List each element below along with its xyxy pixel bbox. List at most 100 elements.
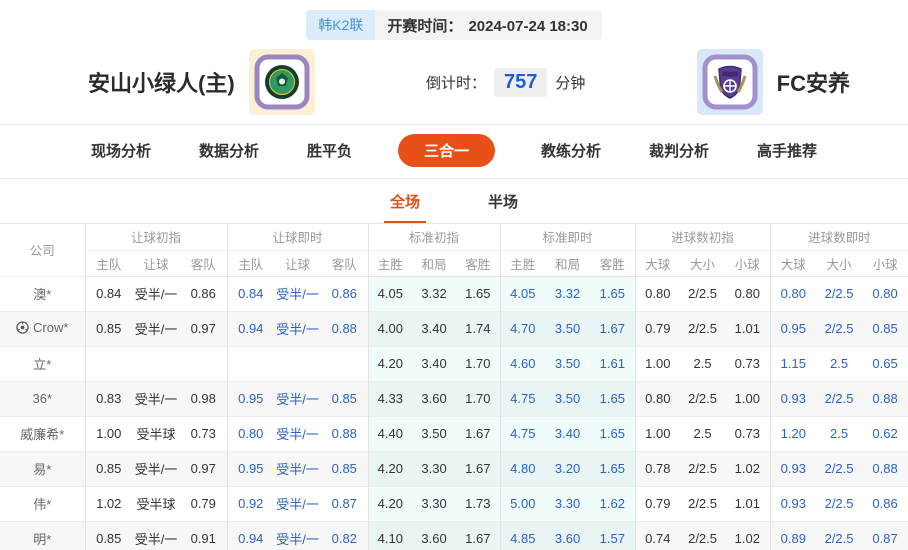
odds-cell-goal_live-1[interactable]: 0.93 [769,485,817,521]
odds-cell-goal_live-3[interactable]: 0.88 [862,450,908,486]
league-badge[interactable]: 韩K2联 [306,10,376,40]
sub-tab-1-active[interactable]: 全场 [383,191,426,223]
company-name[interactable]: 澳* [0,276,85,311]
odds-cell-hc_live-3[interactable]: 0.88 [321,310,369,346]
nav-tab-1[interactable]: 现场分析 [89,135,153,166]
company-name[interactable]: 立* [0,345,85,381]
odds-cell-std_init-3: 1.67 [456,520,501,550]
odds-cell-goal_live-1[interactable]: 0.93 [769,380,817,416]
odds-cell-goal_live-3[interactable]: 0.86 [862,485,908,521]
nav-tab-6[interactable]: 裁判分析 [647,135,711,166]
nav-tab-2[interactable]: 数据分析 [197,135,261,166]
odds-cell-hc_live-2[interactable]: 受半/一 [274,520,322,550]
odds-cell-std_live-2[interactable]: 3.20 [545,450,591,486]
odds-cell-std_live-3[interactable]: 1.65 [590,450,636,486]
company-name[interactable]: 易* [0,450,85,486]
odds-cell-goal_live-1[interactable]: 1.15 [769,345,817,381]
odds-cell-goal_live-3[interactable]: 0.80 [862,276,908,311]
odds-cell-hc_live-2[interactable]: 受半/一 [274,380,322,416]
odds-cell-goal_live-3[interactable]: 0.65 [862,345,908,381]
odds-cell-std_live-2[interactable]: 3.50 [545,310,591,346]
odds-cell-std_live-3[interactable]: 1.61 [590,345,636,381]
odds-cell-goal_live-2[interactable]: 2.5 [816,345,863,381]
odds-cell-std_live-1[interactable]: 4.85 [499,520,546,550]
odds-cell-hc_live-1[interactable]: 0.94 [226,310,275,346]
nav-tab-4-active[interactable]: 三合一 [397,134,495,167]
company-name[interactable]: 明* [0,520,85,550]
odds-cell-goal_live-1[interactable]: 0.89 [769,520,817,550]
odds-cell-hc_init-3: 0.79 [180,485,228,521]
odds-cell-hc_live-2[interactable]: 受半/一 [274,450,322,486]
odds-cell-goal_live-1[interactable]: 0.95 [769,310,817,346]
odds-cell-goal_live-3[interactable]: 0.85 [862,310,908,346]
odds-cell-hc_live-2[interactable]: 受半/一 [274,310,322,346]
odds-cell-hc_live-2[interactable]: 受半/一 [274,485,322,521]
odds-cell-hc_live-1[interactable]: 0.84 [226,276,275,311]
odds-cell-hc_live-3[interactable]: 0.88 [321,415,369,451]
odds-cell-std_live-2[interactable]: 3.60 [545,520,591,550]
odds-cell-goal_init-3: 1.01 [725,310,771,346]
company-name[interactable]: 威廉希* [0,415,85,451]
column-group-2: 让球即时 [226,224,369,251]
odds-cell-goal_live-2[interactable]: 2/2.5 [816,380,863,416]
odds-cell-hc_live-1[interactable]: 0.92 [226,485,275,521]
odds-cell-std_live-3[interactable]: 1.62 [590,485,636,521]
odds-cell-goal_live-2[interactable]: 2/2.5 [816,485,863,521]
odds-cell-hc_live-3[interactable]: 0.85 [321,380,369,416]
odds-cell-goal_live-1[interactable]: 0.80 [769,276,817,311]
odds-cell-hc_live-2[interactable]: 受半/一 [274,415,322,451]
odds-cell-hc_live-1 [226,345,275,381]
odds-cell-hc_live-1[interactable]: 0.80 [226,415,275,451]
column-header-company: 公司 [0,224,85,277]
odds-cell-std_live-1[interactable]: 4.70 [499,310,546,346]
column-header-3-3: 客胜 [456,250,501,277]
odds-cell-std_live-3[interactable]: 1.65 [590,415,636,451]
odds-cell-std_live-1[interactable]: 4.60 [499,345,546,381]
odds-cell-hc_live-3[interactable]: 0.87 [321,485,369,521]
odds-cell-std_live-1[interactable]: 4.75 [499,415,546,451]
company-name[interactable]: 伟* [0,485,85,521]
company-name[interactable]: Crow* [0,310,85,346]
nav-tab-3[interactable]: 胜平负 [305,135,354,166]
nav-tab-5[interactable]: 教练分析 [539,135,603,166]
odds-cell-std_live-1[interactable]: 4.05 [499,276,546,311]
odds-cell-hc_live-1[interactable]: 0.94 [226,520,275,550]
company-name[interactable]: 36* [0,380,85,416]
match-info-bar: 韩K2联 开赛时间： 2024-07-24 18:30 [0,10,908,40]
odds-cell-goal_live-3[interactable]: 0.62 [862,415,908,451]
odds-cell-hc_live-3[interactable]: 0.85 [321,450,369,486]
odds-cell-goal_live-3[interactable]: 0.87 [862,520,908,550]
sub-tab-2[interactable]: 半场 [482,191,524,223]
odds-cell-std_live-3[interactable]: 1.67 [590,310,636,346]
odds-cell-goal_live-1[interactable]: 0.93 [769,450,817,486]
odds-cell-hc_live-3[interactable]: 0.82 [321,520,369,550]
odds-cell-hc_live-3[interactable]: 0.86 [321,276,368,311]
odds-cell-std_live-2[interactable]: 3.30 [545,485,591,521]
odds-cell-goal_live-1[interactable]: 1.20 [769,415,817,451]
odds-cell-std_live-3[interactable]: 1.65 [590,276,636,311]
odds-cell-std_live-3[interactable]: 1.57 [590,520,636,550]
odds-cell-std_live-1[interactable]: 5.00 [499,485,546,521]
odds-row-8: 明* 0.85 受半/一 0.91 0.94 受半/一 0.82 4.10 3.60 1.67 4.… [0,520,908,550]
odds-cell-goal_live-2[interactable]: 2/2.5 [816,310,863,346]
odds-cell-std_live-3[interactable]: 1.65 [590,380,636,416]
odds-cell-hc_live-1[interactable]: 0.95 [226,450,275,486]
odds-cell-goal_init-2: 2/2.5 [680,450,726,486]
nav-tab-7[interactable]: 高手推荐 [755,135,819,166]
odds-cell-std_live-2[interactable]: 3.50 [545,380,591,416]
odds-cell-goal_live-2[interactable]: 2.5 [816,415,863,451]
odds-cell-goal_live-2[interactable]: 2/2.5 [816,276,862,311]
odds-cell-hc_live-1[interactable]: 0.95 [226,380,275,416]
odds-cell-std_live-2[interactable]: 3.50 [545,345,591,381]
odds-cell-std_live-2[interactable]: 3.40 [545,415,591,451]
column-header-4-1: 主胜 [499,250,546,277]
odds-cell-goal_live-3[interactable]: 0.88 [862,380,908,416]
odds-row-2: Crow* 0.85 受半/一 0.97 0.94 受半/一 0.88 4.00 3.40 1.7… [0,310,908,346]
odds-cell-std_live-1[interactable]: 4.80 [499,450,546,486]
odds-cell-goal_live-2[interactable]: 2/2.5 [816,520,863,550]
odds-cell-hc_live-2[interactable]: 受半/一 [274,276,321,311]
odds-cell-goal_live-2[interactable]: 2/2.5 [816,450,863,486]
odds-cell-std_live-1[interactable]: 4.75 [499,380,546,416]
odds-row-7: 伟* 1.02 受半球 0.79 0.92 受半/一 0.87 4.20 3.30 1.73 5.0… [0,485,908,521]
odds-cell-std_live-2[interactable]: 3.32 [545,276,591,311]
